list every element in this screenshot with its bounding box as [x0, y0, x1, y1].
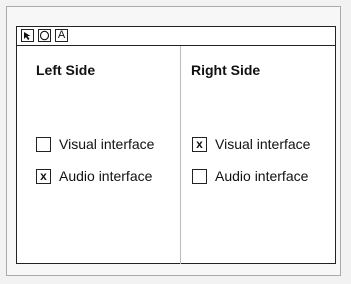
right-audio-interface-option[interactable]: Audio interface — [192, 168, 308, 184]
left-audio-interface-option[interactable]: x Audio interface — [36, 168, 152, 184]
right-side-heading: Right Side — [191, 62, 261, 78]
right-visual-interface-label: Visual interface — [215, 136, 311, 152]
left-audio-interface-checkbox[interactable]: x — [36, 168, 51, 184]
pointer-tool-icon[interactable] — [21, 29, 34, 42]
right-visual-interface-option[interactable]: x Visual interface — [192, 136, 310, 152]
text-tool-icon[interactable]: A — [55, 29, 68, 42]
circle-tool-icon[interactable] — [38, 29, 51, 42]
column-divider — [180, 46, 181, 264]
left-visual-interface-checkbox[interactable] — [36, 136, 51, 152]
right-audio-interface-label: Audio interface — [215, 168, 309, 184]
left-visual-interface-label: Visual interface — [59, 136, 155, 152]
right-visual-interface-checkbox[interactable]: x — [192, 136, 207, 152]
left-side-heading: Left Side — [36, 62, 96, 78]
left-audio-interface-label: Audio interface — [59, 168, 153, 184]
left-visual-interface-option[interactable]: Visual interface — [36, 136, 154, 152]
right-audio-interface-checkbox[interactable] — [192, 168, 207, 184]
toolbar: A — [16, 26, 336, 46]
